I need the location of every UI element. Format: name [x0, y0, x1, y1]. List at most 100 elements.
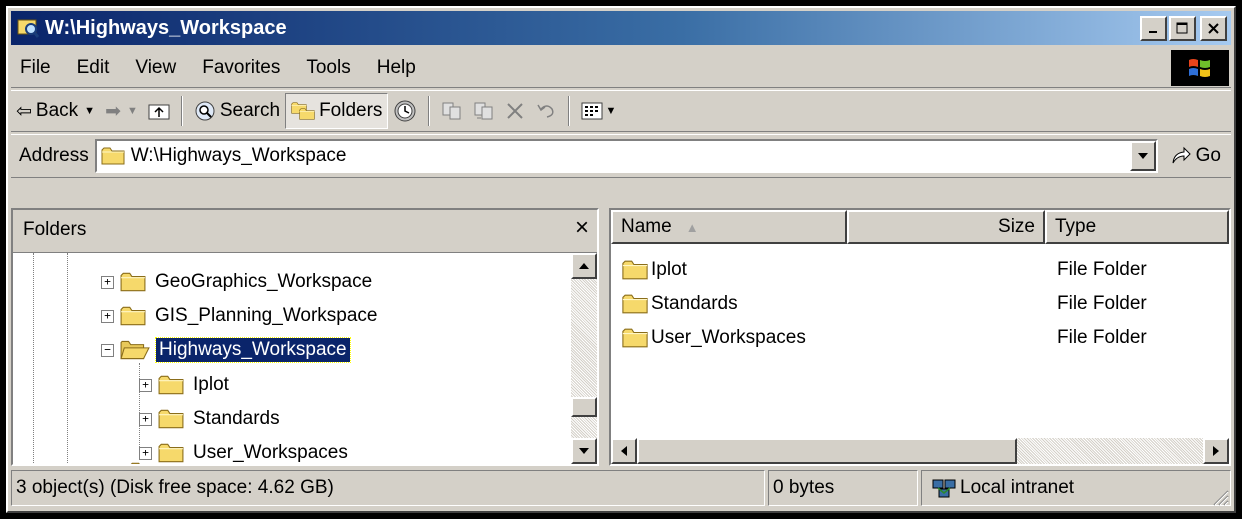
- views-button[interactable]: ▼: [576, 93, 621, 129]
- pane-splitter[interactable]: [601, 208, 609, 466]
- tree-guide-line: [67, 253, 68, 464]
- column-header-name[interactable]: Name ▲: [611, 210, 847, 244]
- tree-item-label: User_Workspaces: [193, 442, 348, 463]
- folders-button[interactable]: Folders: [285, 93, 389, 129]
- address-input[interactable]: W:\Highways_Workspace: [94, 139, 1158, 173]
- tree-item-label: Iplot: [193, 374, 229, 395]
- address-label: Address: [19, 145, 89, 166]
- file-row[interactable]: Iplot File Folder: [611, 254, 1229, 286]
- close-button[interactable]: [1200, 15, 1227, 41]
- delete-icon: [507, 103, 524, 119]
- folders-pane-close-icon[interactable]: ×: [575, 214, 589, 242]
- scroll-up-button[interactable]: [571, 253, 597, 279]
- copy-to-icon: [474, 102, 493, 120]
- arrow-up-icon: [579, 263, 589, 269]
- menu-edit[interactable]: Edit: [64, 57, 123, 79]
- folder-icon: [129, 462, 155, 464]
- resize-grip-icon[interactable]: [1211, 488, 1229, 506]
- views-dropdown-icon[interactable]: ▼: [605, 105, 616, 117]
- scroll-right-button[interactable]: [1203, 438, 1229, 464]
- menu-favorites[interactable]: Favorites: [189, 57, 293, 79]
- go-button[interactable]: Go: [1170, 145, 1221, 167]
- menu-tools[interactable]: Tools: [293, 57, 363, 79]
- back-arrow-icon: ⇦: [16, 100, 32, 122]
- history-icon: [394, 100, 416, 122]
- folders-pane-title: Folders: [23, 219, 87, 240]
- title-bar[interactable]: W:\Highways_Workspace: [11, 11, 1231, 45]
- file-list-horizontal-scrollbar[interactable]: [611, 438, 1229, 464]
- folders-label: Folders: [319, 100, 383, 121]
- back-button[interactable]: ⇦ Back ▼: [11, 93, 100, 129]
- scroll-down-button[interactable]: [571, 438, 597, 464]
- tree-item-user-workspaces[interactable]: + User_Workspaces: [139, 436, 351, 464]
- expand-toggle[interactable]: +: [139, 378, 152, 392]
- menu-help[interactable]: Help: [364, 57, 429, 79]
- arrow-down-icon: [579, 448, 589, 454]
- menu-file[interactable]: File: [11, 57, 64, 79]
- up-button[interactable]: [143, 93, 175, 129]
- minimize-button[interactable]: [1140, 15, 1167, 41]
- file-row[interactable]: Standards File Folder: [611, 288, 1229, 320]
- tree-item-iplot[interactable]: + Iplot: [139, 368, 232, 402]
- scroll-thumb[interactable]: [637, 438, 1017, 464]
- tree-item-highways-workspace[interactable]: − Highways_Workspace: [101, 333, 351, 367]
- undo-button[interactable]: [530, 93, 562, 129]
- address-value: W:\Highways_Workspace: [130, 145, 347, 166]
- status-zone: Local intranet: [921, 470, 1231, 506]
- status-size: 0 bytes: [768, 470, 918, 506]
- tree-item-gis-planning-workspace[interactable]: + GIS_Planning_Workspace: [101, 299, 381, 333]
- expand-toggle[interactable]: +: [139, 446, 152, 460]
- column-header-type[interactable]: Type: [1045, 210, 1229, 244]
- folder-icon: [622, 328, 648, 348]
- file-type: File Folder: [1057, 259, 1147, 280]
- scroll-thumb[interactable]: [571, 397, 597, 417]
- arrow-left-icon: [621, 446, 627, 456]
- history-button[interactable]: [388, 93, 422, 129]
- folder-icon: [158, 375, 184, 395]
- tree-item-geographics-workspace[interactable]: + GeoGraphics_Workspace: [101, 265, 375, 299]
- search-label: Search: [219, 100, 281, 121]
- go-label: Go: [1195, 145, 1221, 166]
- maximize-icon: [1176, 22, 1188, 33]
- search-icon: [195, 101, 215, 121]
- folder-explore-icon: [17, 19, 39, 38]
- column-header-size[interactable]: Size: [847, 210, 1045, 244]
- move-to-button[interactable]: [436, 93, 468, 129]
- column-header-size-label: Size: [998, 216, 1035, 237]
- forward-dropdown-icon[interactable]: ▼: [127, 105, 138, 117]
- views-icon: [581, 102, 603, 120]
- arrow-right-icon: [1213, 446, 1219, 456]
- status-objects-text: 3 object(s) (Disk free space: 4.62 GB): [16, 477, 334, 498]
- expand-toggle[interactable]: +: [101, 309, 114, 323]
- delete-button[interactable]: [500, 93, 530, 129]
- sort-ascending-icon: ▲: [685, 219, 699, 235]
- close-icon: [1208, 22, 1219, 34]
- folder-icon: [120, 272, 146, 292]
- forward-button[interactable]: ➡ ▼: [100, 93, 143, 129]
- folder-tree: + GeoGraphics_Workspace + GIS_Planning_W…: [13, 252, 597, 464]
- tree-item-standards[interactable]: + Standards: [139, 402, 283, 436]
- menu-view[interactable]: View: [122, 57, 189, 79]
- search-button[interactable]: Search: [189, 93, 285, 129]
- tree-item-label-selected: Highways_Workspace: [155, 337, 351, 363]
- chevron-down-icon: [1137, 153, 1148, 159]
- folders-pane: Folders × + GeoGraphics_Workspace + GIS_…: [11, 208, 599, 466]
- folder-tree-vertical-scrollbar[interactable]: [571, 253, 597, 464]
- status-objects: 3 object(s) (Disk free space: 4.62 GB): [11, 470, 765, 506]
- file-name: Standards: [651, 293, 738, 314]
- file-row[interactable]: User_Workspaces File Folder: [611, 322, 1229, 354]
- back-dropdown-icon[interactable]: ▼: [84, 105, 95, 117]
- status-bar: 3 object(s) (Disk free space: 4.62 GB) 0…: [11, 470, 1231, 508]
- address-dropdown-button[interactable]: [1129, 141, 1156, 171]
- maximize-button[interactable]: [1169, 15, 1196, 41]
- window-title: W:\Highways_Workspace: [45, 16, 287, 39]
- folders-pane-header: Folders ×: [13, 210, 597, 250]
- copy-to-button[interactable]: [468, 93, 500, 129]
- folder-open-icon: [120, 340, 150, 360]
- folder-icon: [158, 443, 184, 463]
- minimize-icon: [1148, 31, 1157, 33]
- collapse-toggle[interactable]: −: [101, 343, 114, 357]
- scroll-left-button[interactable]: [611, 438, 637, 464]
- expand-toggle[interactable]: +: [101, 275, 114, 289]
- expand-toggle[interactable]: +: [139, 412, 152, 426]
